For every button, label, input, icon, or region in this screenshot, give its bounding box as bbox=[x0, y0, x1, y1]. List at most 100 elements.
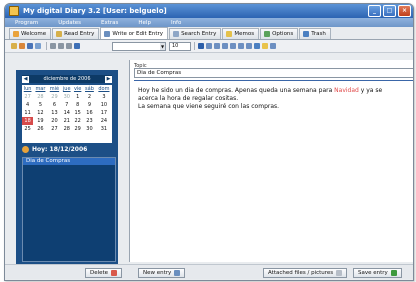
save-icon[interactable] bbox=[27, 43, 33, 49]
next-month-icon[interactable]: ▶ bbox=[105, 75, 112, 83]
calendar-day-selected[interactable]: 18 bbox=[22, 117, 34, 125]
calendar-day[interactable]: 27 bbox=[22, 93, 33, 101]
calendar-day[interactable]: 30 bbox=[61, 93, 72, 101]
calendar-day[interactable]: 24 bbox=[96, 117, 112, 125]
calendar-day[interactable]: 28 bbox=[61, 125, 72, 133]
calendar-day[interactable]: 6 bbox=[48, 101, 62, 109]
calendar-day[interactable]: 1 bbox=[72, 93, 83, 101]
bottom-bar: Delete New entry Attached files / pictur… bbox=[5, 264, 413, 279]
menu-help[interactable]: Help bbox=[138, 20, 151, 26]
welcome-icon bbox=[13, 31, 19, 37]
delete-button[interactable]: Delete bbox=[85, 268, 123, 278]
menu-updates[interactable]: Updates bbox=[58, 20, 81, 26]
tab-label: Welcome bbox=[21, 31, 47, 37]
prev-month-icon[interactable]: ◀ bbox=[22, 75, 29, 83]
calendar-day[interactable]: 29 bbox=[48, 93, 62, 101]
maximize-button[interactable]: □ bbox=[383, 5, 396, 17]
calendar-day[interactable]: 2 bbox=[83, 93, 96, 101]
undo-icon[interactable] bbox=[74, 43, 80, 49]
calendar-day[interactable]: 30 bbox=[83, 125, 96, 133]
list-item[interactable]: Dia de Compras bbox=[23, 158, 115, 165]
new-entry-button[interactable]: New entry bbox=[138, 268, 186, 278]
today-label[interactable]: Hoy: 18/12/2006 bbox=[22, 146, 87, 153]
align-center-icon[interactable] bbox=[230, 43, 236, 49]
calendar-day[interactable]: 9 bbox=[83, 101, 96, 109]
calendar-day[interactable]: 20 bbox=[48, 117, 62, 125]
tab-label: Write or Edit Entry bbox=[112, 30, 164, 37]
calendar-day[interactable]: 13 bbox=[48, 109, 62, 117]
calendar-day[interactable]: 12 bbox=[33, 109, 47, 117]
calendar-day[interactable]: 26 bbox=[33, 125, 47, 133]
calendar-day[interactable]: 28 bbox=[33, 93, 47, 101]
left-panel: ◀ diciembre de 2006 ▶ lun mar mié jue vi… bbox=[16, 70, 118, 264]
topic-input[interactable]: Dia de Compras bbox=[134, 68, 413, 78]
calendar-day[interactable]: 15 bbox=[72, 109, 83, 117]
calendar-day[interactable]: 22 bbox=[72, 117, 83, 125]
menu-info[interactable]: Info bbox=[171, 20, 181, 26]
tab-search-entry[interactable]: Search Entry bbox=[169, 28, 222, 39]
tab-write-edit-entry[interactable]: Write or Edit Entry bbox=[100, 27, 169, 39]
menu-extras[interactable]: Extras bbox=[101, 20, 118, 26]
calendar-day[interactable]: 11 bbox=[22, 109, 33, 117]
bold-icon[interactable] bbox=[198, 43, 204, 49]
tab-read-entry[interactable]: Read Entry bbox=[52, 28, 100, 39]
tab-welcome[interactable]: Welcome bbox=[9, 28, 52, 39]
open-icon[interactable] bbox=[19, 43, 25, 49]
delete-icon bbox=[111, 270, 118, 276]
insert-picture-icon[interactable] bbox=[270, 43, 276, 49]
calendar-day[interactable]: 31 bbox=[96, 125, 112, 133]
app-window: My digital Diary 3.2 [User: belguelo] _ … bbox=[4, 3, 414, 281]
calendar-day[interactable]: 8 bbox=[72, 101, 83, 109]
underline-icon[interactable] bbox=[214, 43, 220, 49]
editor-panel: Topic Dia de Compras Hoy he sido un dia … bbox=[129, 60, 413, 262]
italic-icon[interactable] bbox=[206, 43, 212, 49]
delete-label: Delete bbox=[90, 270, 109, 276]
title-bar: My digital Diary 3.2 [User: belguelo] _ … bbox=[5, 4, 413, 18]
indent-icon[interactable] bbox=[254, 43, 260, 49]
menu-program[interactable]: Program bbox=[15, 20, 38, 26]
editor-line: La semana que viene seguiré con las comp… bbox=[138, 103, 280, 110]
editor-toolbar: ▼ 10 bbox=[5, 40, 413, 53]
calendar-day[interactable]: 5 bbox=[33, 101, 47, 109]
font-size-select[interactable]: 10 bbox=[169, 41, 191, 51]
highlight-icon[interactable] bbox=[262, 43, 268, 49]
calendar-weekdays: lun mar mié jue vie sáb dom bbox=[22, 85, 112, 93]
minimize-button[interactable]: _ bbox=[368, 5, 381, 17]
print-icon[interactable] bbox=[35, 43, 41, 49]
font-select[interactable]: ▼ bbox=[112, 41, 166, 51]
weekday: mar bbox=[35, 86, 46, 92]
bullets-icon[interactable] bbox=[246, 43, 252, 49]
calendar-day[interactable]: 3 bbox=[96, 93, 112, 101]
arrow-right-icon bbox=[390, 270, 397, 276]
calendar-day[interactable]: 27 bbox=[48, 125, 62, 133]
align-right-icon[interactable] bbox=[238, 43, 244, 49]
calendar-day[interactable]: 10 bbox=[96, 101, 112, 109]
today-text: Hoy: 18/12/2006 bbox=[32, 146, 88, 153]
calendar-day[interactable]: 4 bbox=[22, 101, 33, 109]
attached-files-button[interactable]: Attached files / pictures bbox=[263, 268, 348, 278]
calendar-day[interactable]: 23 bbox=[83, 117, 96, 125]
save-entry-button[interactable]: Save entry bbox=[353, 268, 402, 278]
calendar-day[interactable]: 14 bbox=[61, 109, 72, 117]
calendar-day[interactable]: 25 bbox=[22, 125, 33, 133]
calendar-day[interactable]: 21 bbox=[61, 117, 72, 125]
copy-icon[interactable] bbox=[58, 43, 64, 49]
weekday: sáb bbox=[85, 86, 94, 92]
tab-trash[interactable]: Trash bbox=[299, 28, 331, 39]
calendar-day[interactable]: 16 bbox=[83, 109, 96, 117]
tab-memos[interactable]: Memos bbox=[222, 28, 260, 39]
calendar-day[interactable]: 7 bbox=[61, 101, 72, 109]
entry-editor[interactable]: Hoy he sido un dia de compras. Apenas qu… bbox=[134, 80, 413, 260]
calendar-day[interactable]: 19 bbox=[33, 117, 47, 125]
tab-options[interactable]: Options bbox=[260, 28, 299, 39]
calendar-day[interactable]: 17 bbox=[96, 109, 112, 117]
close-button[interactable]: × bbox=[398, 5, 411, 17]
new-icon[interactable] bbox=[11, 43, 17, 49]
menu-bar: Program Updates Extras Help Info bbox=[5, 18, 413, 27]
calendar-week: 27 28 29 30 1 2 3 bbox=[22, 93, 112, 101]
paste-icon[interactable] bbox=[66, 43, 72, 49]
calendar-grid: lun mar mié jue vie sáb dom 27 28 29 30 … bbox=[22, 85, 112, 133]
calendar-day[interactable]: 29 bbox=[72, 125, 83, 133]
cut-icon[interactable] bbox=[50, 43, 56, 49]
align-left-icon[interactable] bbox=[222, 43, 228, 49]
